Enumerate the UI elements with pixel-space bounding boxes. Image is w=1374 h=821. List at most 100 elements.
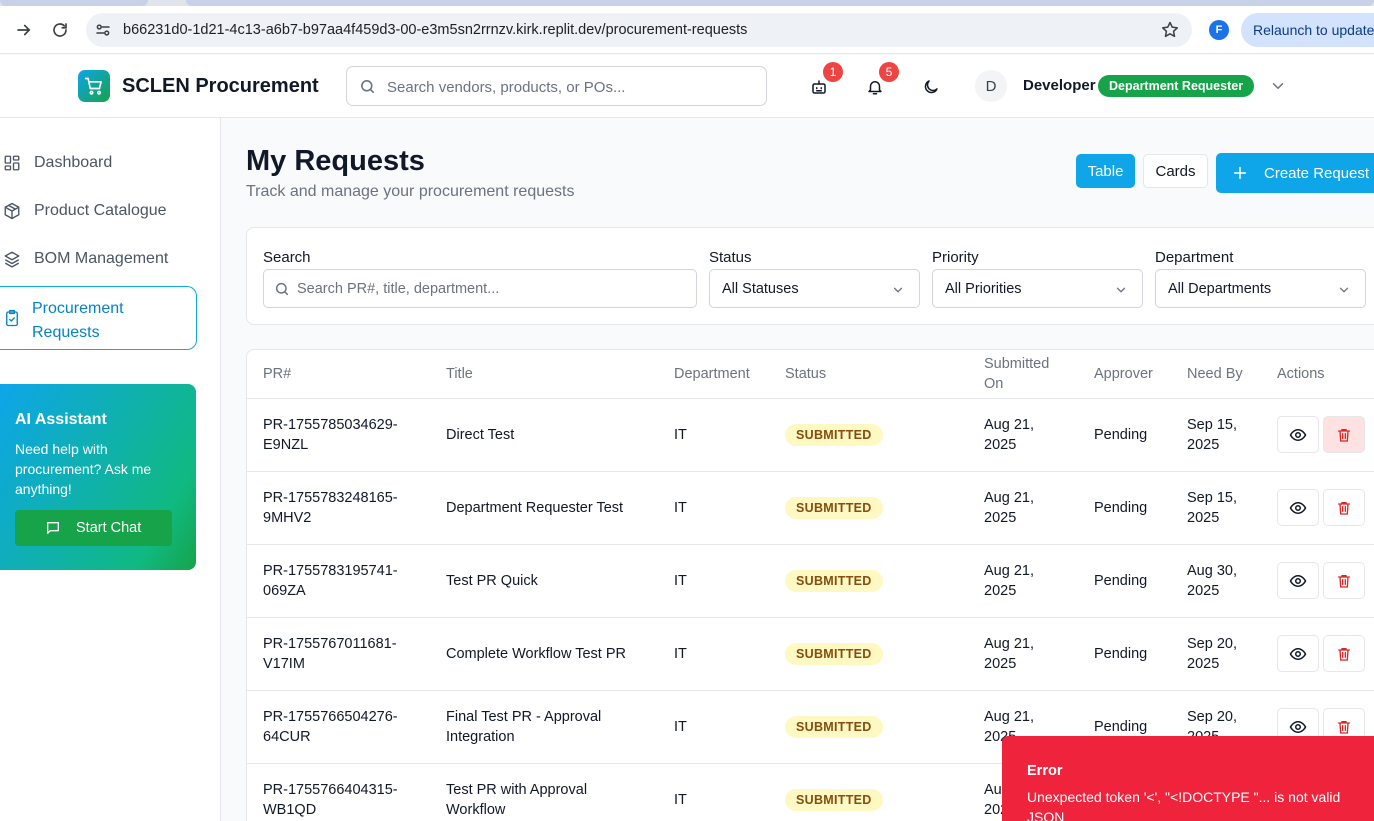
- user-avatar[interactable]: D: [975, 70, 1007, 102]
- delete-request-button[interactable]: [1323, 489, 1365, 526]
- status-badge: SUBMITTED: [785, 789, 883, 811]
- view-request-button[interactable]: [1277, 635, 1319, 672]
- url-text[interactable]: b66231d0-1d21-4c13-a6b7-b97aa4f459d3-00-…: [123, 22, 747, 38]
- bookmark-star-icon[interactable]: [1160, 20, 1180, 40]
- table-row[interactable]: PR-1755785034629- E9NZL Direct Test IT SUBMI…: [247, 399, 1374, 472]
- eye-icon: [1289, 720, 1307, 733]
- cart-logo-icon[interactable]: [78, 70, 110, 102]
- submitted-on-line: 2025: [984, 510, 1017, 526]
- status-badge: SUBMITTED: [785, 716, 883, 738]
- sidebar-item-product-catalogue[interactable]: Product Catalogue: [0, 200, 210, 222]
- submitted-on-line: Aug 21,: [984, 417, 1034, 433]
- relaunch-button[interactable]: Relaunch to update: [1241, 13, 1374, 47]
- priority-select[interactable]: All Priorities: [932, 269, 1143, 308]
- column-header-submitted-on[interactable]: Submitted On: [984, 354, 1064, 394]
- column-header-approver[interactable]: Approver: [1094, 364, 1153, 384]
- approver-cell: Pending: [1094, 500, 1148, 516]
- cards-view-button[interactable]: Cards: [1143, 154, 1208, 188]
- theme-toggle-button[interactable]: [919, 75, 943, 99]
- pr-number[interactable]: PR-1755785034629- E9NZL: [263, 415, 398, 455]
- eye-icon: [1289, 574, 1307, 587]
- department-cell: IT: [674, 427, 687, 443]
- table-row[interactable]: PR-1755767011681- V17IM Complete Workflow …: [247, 618, 1374, 691]
- column-header-need-by[interactable]: Need By: [1187, 364, 1243, 384]
- approver-cell: Pending: [1094, 573, 1148, 589]
- cart-button[interactable]: 1: [807, 62, 843, 99]
- sidebar-item-label: Product Catalogue: [34, 202, 167, 219]
- site-settings-icon[interactable]: [94, 21, 112, 39]
- department-cell: IT: [674, 573, 687, 589]
- user-name[interactable]: Developer: [1023, 77, 1096, 94]
- submitted-on-line: Aug 21,: [984, 709, 1034, 725]
- ai-assistant-card: AI Assistant Need help with procurement?…: [0, 384, 196, 570]
- need-by-line: 2025: [1187, 583, 1220, 599]
- toast-title: Error: [1027, 763, 1063, 779]
- pr-number-line: 64CUR: [263, 729, 311, 745]
- reload-icon[interactable]: [48, 18, 72, 42]
- need-by-line: 2025: [1187, 656, 1220, 672]
- create-request-button[interactable]: Create Request: [1216, 153, 1374, 193]
- column-header-department[interactable]: Department: [674, 364, 750, 384]
- department-cell: IT: [674, 792, 687, 808]
- eye-icon: [1289, 647, 1307, 660]
- pr-number[interactable]: PR-1755783248165- 9MHV2: [263, 488, 398, 528]
- sidebar-item-dashboard[interactable]: Dashboard: [0, 152, 210, 174]
- view-request-button[interactable]: [1277, 416, 1319, 453]
- status-filter-label: Status: [709, 249, 752, 266]
- brand-name[interactable]: SCLEN Procurement: [122, 75, 319, 98]
- delete-request-button[interactable]: [1323, 635, 1365, 672]
- submitted-on-line: 2025: [984, 437, 1017, 453]
- department-cell: IT: [674, 500, 687, 516]
- filter-panel: Search Status All Statuses Priority All …: [246, 227, 1374, 325]
- notifications-button[interactable]: 5: [863, 62, 899, 99]
- request-title-line: Final Test PR - Approval: [446, 709, 602, 725]
- view-request-button[interactable]: [1277, 562, 1319, 599]
- delete-request-button[interactable]: [1323, 416, 1365, 453]
- address-bar[interactable]: b66231d0-1d21-4c13-a6b7-b97aa4f459d3-00-…: [86, 13, 1192, 47]
- sidebar-item-bom-management[interactable]: BOM Management: [0, 248, 210, 270]
- column-header-pr[interactable]: PR#: [263, 364, 291, 384]
- ai-assistant-title: AI Assistant: [15, 411, 107, 428]
- table-view-button[interactable]: Table: [1076, 154, 1135, 188]
- pr-number[interactable]: PR-1755767011681- V17IM: [263, 634, 397, 674]
- sidebar-item-procurement-requests[interactable]: Procurement Requests: [0, 286, 197, 350]
- error-toast[interactable]: Error Unexpected token '<', "<!DOCTYPE "…: [1002, 736, 1374, 821]
- pr-number[interactable]: PR-1755783195741- 069ZA: [263, 561, 398, 601]
- pr-number[interactable]: PR-1755766404315- WB1QD: [263, 780, 398, 820]
- status-badge: SUBMITTED: [785, 643, 883, 665]
- delete-request-button[interactable]: [1323, 562, 1365, 599]
- forward-arrow-icon[interactable]: [12, 18, 36, 42]
- table-row[interactable]: PR-1755783195741- 069ZA Test PR Quick IT SUB…: [247, 545, 1374, 618]
- trash-icon: [1338, 428, 1350, 442]
- sidebar-item-label: Dashboard: [34, 154, 113, 171]
- status-badge: SUBMITTED: [785, 570, 883, 592]
- chevron-down-icon[interactable]: [1269, 77, 1287, 95]
- moon-icon: [924, 80, 938, 94]
- status-select[interactable]: All Statuses: [709, 269, 920, 308]
- department-select[interactable]: All Departments: [1155, 269, 1366, 308]
- submitted-on-cell: Aug 21, 2025: [984, 634, 1034, 674]
- pr-number-line: PR-1755783248165-: [263, 490, 398, 506]
- pr-number[interactable]: PR-1755766504276- 64CUR: [263, 707, 398, 747]
- eye-icon: [1289, 428, 1307, 441]
- plus-icon: [1233, 166, 1247, 180]
- sidebar-item-label: BOM Management: [34, 250, 169, 267]
- column-header-status[interactable]: Status: [785, 364, 826, 384]
- need-by-cell: Sep 15, 2025: [1187, 415, 1237, 455]
- start-chat-button[interactable]: Start Chat: [15, 510, 172, 546]
- view-request-button[interactable]: [1277, 489, 1319, 526]
- table-row[interactable]: PR-1755783248165- 9MHV2 Department Request…: [247, 472, 1374, 545]
- trash-icon: [1338, 574, 1350, 588]
- global-search-input[interactable]: [387, 76, 757, 98]
- request-search[interactable]: [263, 269, 697, 308]
- browser-profile-avatar[interactable]: F: [1209, 20, 1229, 40]
- eye-icon: [1289, 501, 1307, 514]
- global-search[interactable]: [346, 66, 767, 106]
- clipboard-check-icon: [6, 309, 18, 327]
- need-by-line: Sep 15,: [1187, 490, 1237, 506]
- pr-number-line: V17IM: [263, 656, 305, 672]
- chevron-down-icon: [893, 287, 903, 293]
- pr-number-line: PR-1755783195741-: [263, 563, 398, 579]
- request-search-input[interactable]: [297, 279, 687, 299]
- column-header-title[interactable]: Title: [446, 364, 473, 384]
